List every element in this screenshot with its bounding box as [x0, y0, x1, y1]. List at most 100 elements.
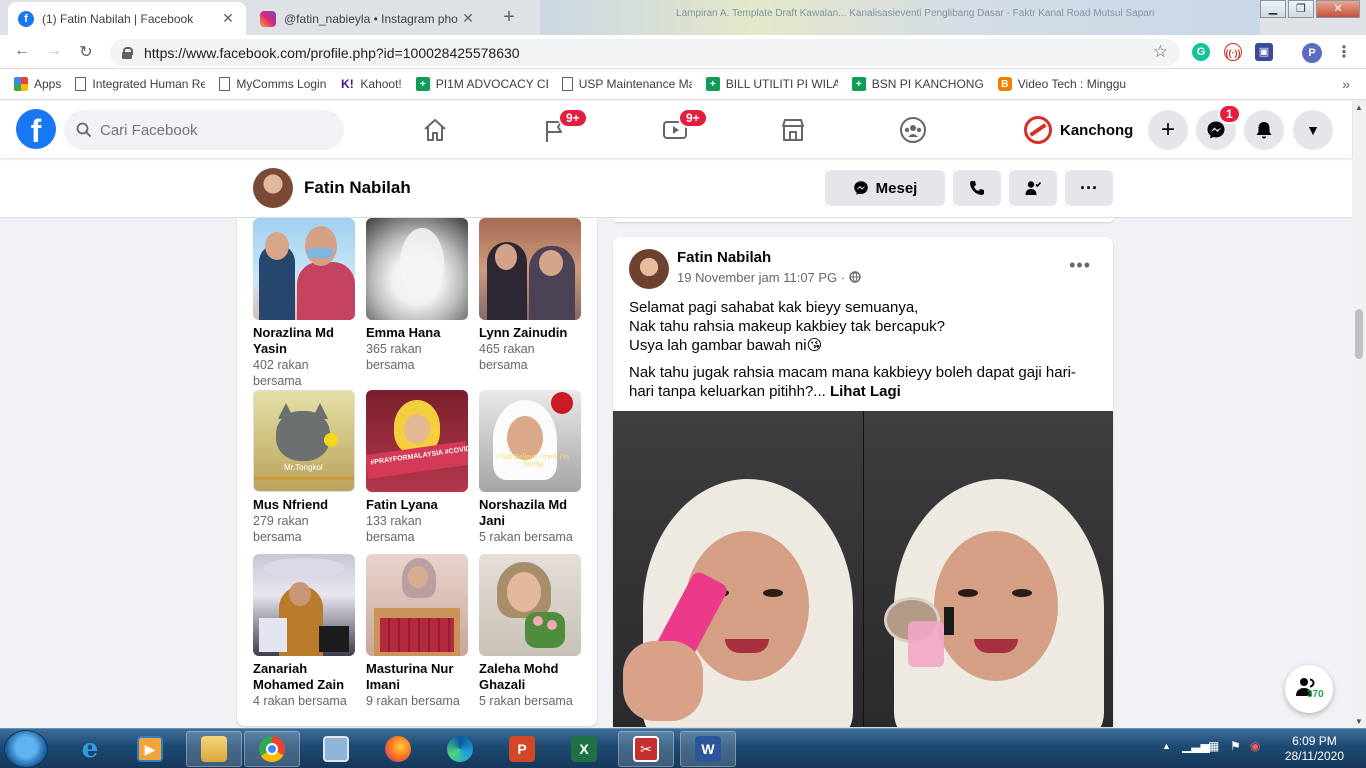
friend-name[interactable]: Norshazila Md Jani — [479, 497, 581, 529]
nav-groups-people[interactable] — [858, 101, 968, 158]
user-profile-chip[interactable]: Kanchong — [1024, 114, 1133, 146]
friend-item[interactable]: Lynn Zainudin 465 rakan bersama — [479, 218, 581, 373]
friend-name[interactable]: Fatin Lyana — [366, 497, 468, 513]
taskbar-clock[interactable]: 6:09 PM 28/11/2020 — [1285, 734, 1344, 764]
friend-photo[interactable] — [366, 218, 468, 320]
nav-home[interactable] — [380, 101, 490, 158]
call-button[interactable] — [953, 170, 1001, 206]
bookmark-item[interactable]: + BILL UTILITI PI WILAY — [705, 77, 838, 91]
cast-extension-icon[interactable]: ((·)) — [1224, 43, 1242, 61]
friend-item[interactable]: I Still Believe I think I'm Strong Norsh… — [479, 390, 581, 545]
friend-item[interactable]: Masturina Nur Imani 9 rakan bersama — [366, 554, 468, 709]
bookmark-item[interactable]: USP Maintenance Ma — [561, 77, 692, 91]
tab-facebook[interactable]: f (1) Fatin Nabilah | Facebook ✕ — [8, 2, 246, 35]
taskbar-snipping[interactable]: ✂ — [618, 731, 674, 767]
taskbar-powerpoint[interactable]: P — [494, 731, 550, 767]
post-options-button[interactable]: ••• — [1069, 255, 1091, 276]
account-menu-button[interactable]: ▼ — [1293, 110, 1333, 150]
friend-photo[interactable]: Mr.Tongkol — [253, 390, 355, 492]
url-omnibox[interactable]: https://www.facebook.com/profile.php?id=… — [110, 39, 1180, 66]
profile-name[interactable]: Fatin Nabilah — [304, 178, 411, 198]
friend-photo[interactable] — [479, 554, 581, 656]
bookmark-item[interactable]: + BSN PI KANCHONG D — [851, 77, 984, 91]
friends-status-button[interactable] — [1009, 170, 1057, 206]
network-signal-icon[interactable]: ▁▃▅ — [1182, 739, 1210, 753]
page-scrollbar[interactable]: ▲ ▼ — [1352, 101, 1366, 728]
friend-item[interactable]: Zaleha Mohd Ghazali 5 rakan bersama — [479, 554, 581, 709]
friend-photo[interactable]: #PRAYFORMALAYSIA #COVID19 — [366, 390, 468, 492]
minimize-button[interactable]: ▁ — [1260, 0, 1286, 18]
friend-name[interactable]: Norazlina Md Yasin — [253, 325, 355, 357]
profile-avatar[interactable]: P — [1302, 43, 1322, 63]
taskbar-ie[interactable]: e — [62, 731, 118, 767]
close-tab-icon[interactable]: ✕ — [220, 10, 236, 27]
maximize-button[interactable]: ❐ — [1288, 0, 1314, 18]
friend-name[interactable]: Masturina Nur Imani — [366, 661, 468, 693]
taskbar-firefox[interactable] — [370, 731, 426, 767]
friend-photo[interactable] — [366, 554, 468, 656]
bookmark-item[interactable]: MyComms Login — [219, 77, 326, 91]
profile-avatar[interactable] — [253, 168, 293, 208]
bookmark-item[interactable]: + PI1M ADVOCACY CE — [415, 77, 548, 91]
friend-item[interactable]: Mr.Tongkol Mus Nfriend 279 rakan bersama — [253, 390, 355, 545]
friend-name[interactable]: Zanariah Mohamed Zain — [253, 661, 355, 693]
taskbar-excel[interactable]: X — [556, 731, 612, 767]
reload-button[interactable]: ↻ — [74, 42, 98, 62]
friend-item[interactable]: Emma Hana 365 rakan bersama — [366, 218, 468, 373]
notifications-button[interactable] — [1244, 110, 1284, 150]
post-timestamp[interactable]: 19 November jam 11:07 PG · — [677, 270, 845, 285]
post-author-name[interactable]: Fatin Nabilah — [677, 249, 771, 266]
post-author-avatar[interactable] — [629, 249, 669, 289]
messenger-button[interactable]: 1 — [1196, 104, 1241, 150]
friend-name[interactable]: Emma Hana — [366, 325, 468, 341]
nav-groups[interactable]: 9+ — [500, 101, 610, 158]
forward-button[interactable]: → — [42, 42, 66, 62]
more-bookmarks-icon[interactable]: » — [1342, 76, 1350, 92]
taskbar-media-player[interactable]: ▶ — [122, 731, 178, 767]
show-hidden-icons-icon[interactable]: ▲ — [1162, 741, 1171, 751]
screen-extension-icon[interactable]: ▣ — [1255, 43, 1273, 61]
more-options-button[interactable]: ··· — [1065, 170, 1113, 206]
search-input[interactable] — [100, 121, 320, 139]
bookmark-star-icon[interactable]: ☆ — [1153, 42, 1168, 62]
friend-photo[interactable] — [479, 218, 581, 320]
chrome-menu-icon[interactable]: ⋮ — [1332, 42, 1356, 62]
scroll-up-arrow-icon[interactable]: ▲ — [1355, 103, 1363, 112]
facebook-search[interactable] — [64, 110, 344, 150]
windows-start-button[interactable] — [4, 730, 48, 768]
taskbar-explorer[interactable] — [186, 731, 242, 767]
new-tab-button[interactable]: + — [496, 6, 522, 30]
bookmark-item[interactable]: K! Kahoot! — [340, 77, 402, 91]
friend-name[interactable]: Zaleha Mohd Ghazali — [479, 661, 581, 693]
taskbar-network-app[interactable] — [308, 731, 364, 767]
friend-name[interactable]: Lynn Zainudin — [479, 325, 581, 341]
friend-photo[interactable] — [253, 218, 355, 320]
url-text[interactable]: https://www.facebook.com/profile.php?id=… — [144, 45, 520, 61]
grammarly-extension-icon[interactable]: G — [1192, 43, 1210, 61]
friend-name[interactable]: Mus Nfriend — [253, 497, 355, 513]
security-icon[interactable]: ◉ — [1250, 739, 1260, 753]
taskbar-word[interactable]: W — [680, 731, 736, 767]
friend-item[interactable]: Zanariah Mohamed Zain 4 rakan bersama — [253, 554, 355, 709]
taskbar-chrome[interactable] — [244, 731, 300, 767]
nav-marketplace[interactable] — [738, 101, 848, 158]
close-window-button[interactable]: ✕ — [1316, 0, 1360, 18]
friend-item[interactable]: #PRAYFORMALAYSIA #COVID19 Fatin Lyana 13… — [366, 390, 468, 545]
post-photo-right[interactable] — [863, 411, 1113, 727]
see-more-link[interactable]: Lihat Lagi — [830, 383, 901, 400]
friend-photo[interactable]: I Still Believe I think I'm Strong — [479, 390, 581, 492]
bookmark-item[interactable]: B Video Tech : Minggu — [997, 77, 1126, 91]
message-button[interactable]: Mesej — [825, 170, 945, 206]
network-icon[interactable]: ▦ — [1208, 739, 1219, 753]
action-center-flag-icon[interactable]: ⚑ — [1230, 739, 1241, 753]
post-photo-left[interactable] — [613, 411, 863, 727]
close-tab-icon[interactable]: ✕ — [460, 10, 476, 27]
post-image[interactable] — [613, 411, 1113, 727]
back-button[interactable]: ← — [10, 42, 34, 62]
bookmark-item[interactable]: Integrated Human Re — [75, 77, 205, 91]
tab-instagram[interactable]: @fatin_nabieyla • Instagram pho ✕ — [250, 2, 486, 35]
scrollbar-thumb[interactable] — [1355, 309, 1363, 359]
facebook-logo-icon[interactable]: f — [16, 109, 56, 149]
contacts-chat-button[interactable]: 370 — [1285, 665, 1333, 713]
scroll-down-arrow-icon[interactable]: ▼ — [1355, 717, 1363, 726]
